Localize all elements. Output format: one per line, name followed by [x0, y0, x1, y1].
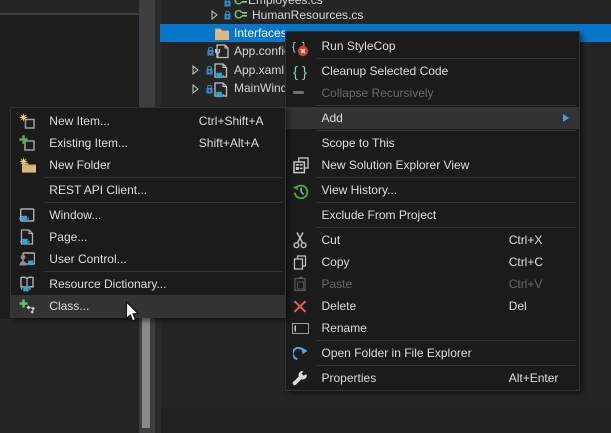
- svg-text:{: {: [292, 41, 296, 53]
- svg-text:C: C: [234, 8, 243, 20]
- svg-text:{: {: [293, 64, 298, 80]
- svg-text:}: }: [302, 64, 307, 80]
- svg-text:C: C: [234, 0, 243, 6]
